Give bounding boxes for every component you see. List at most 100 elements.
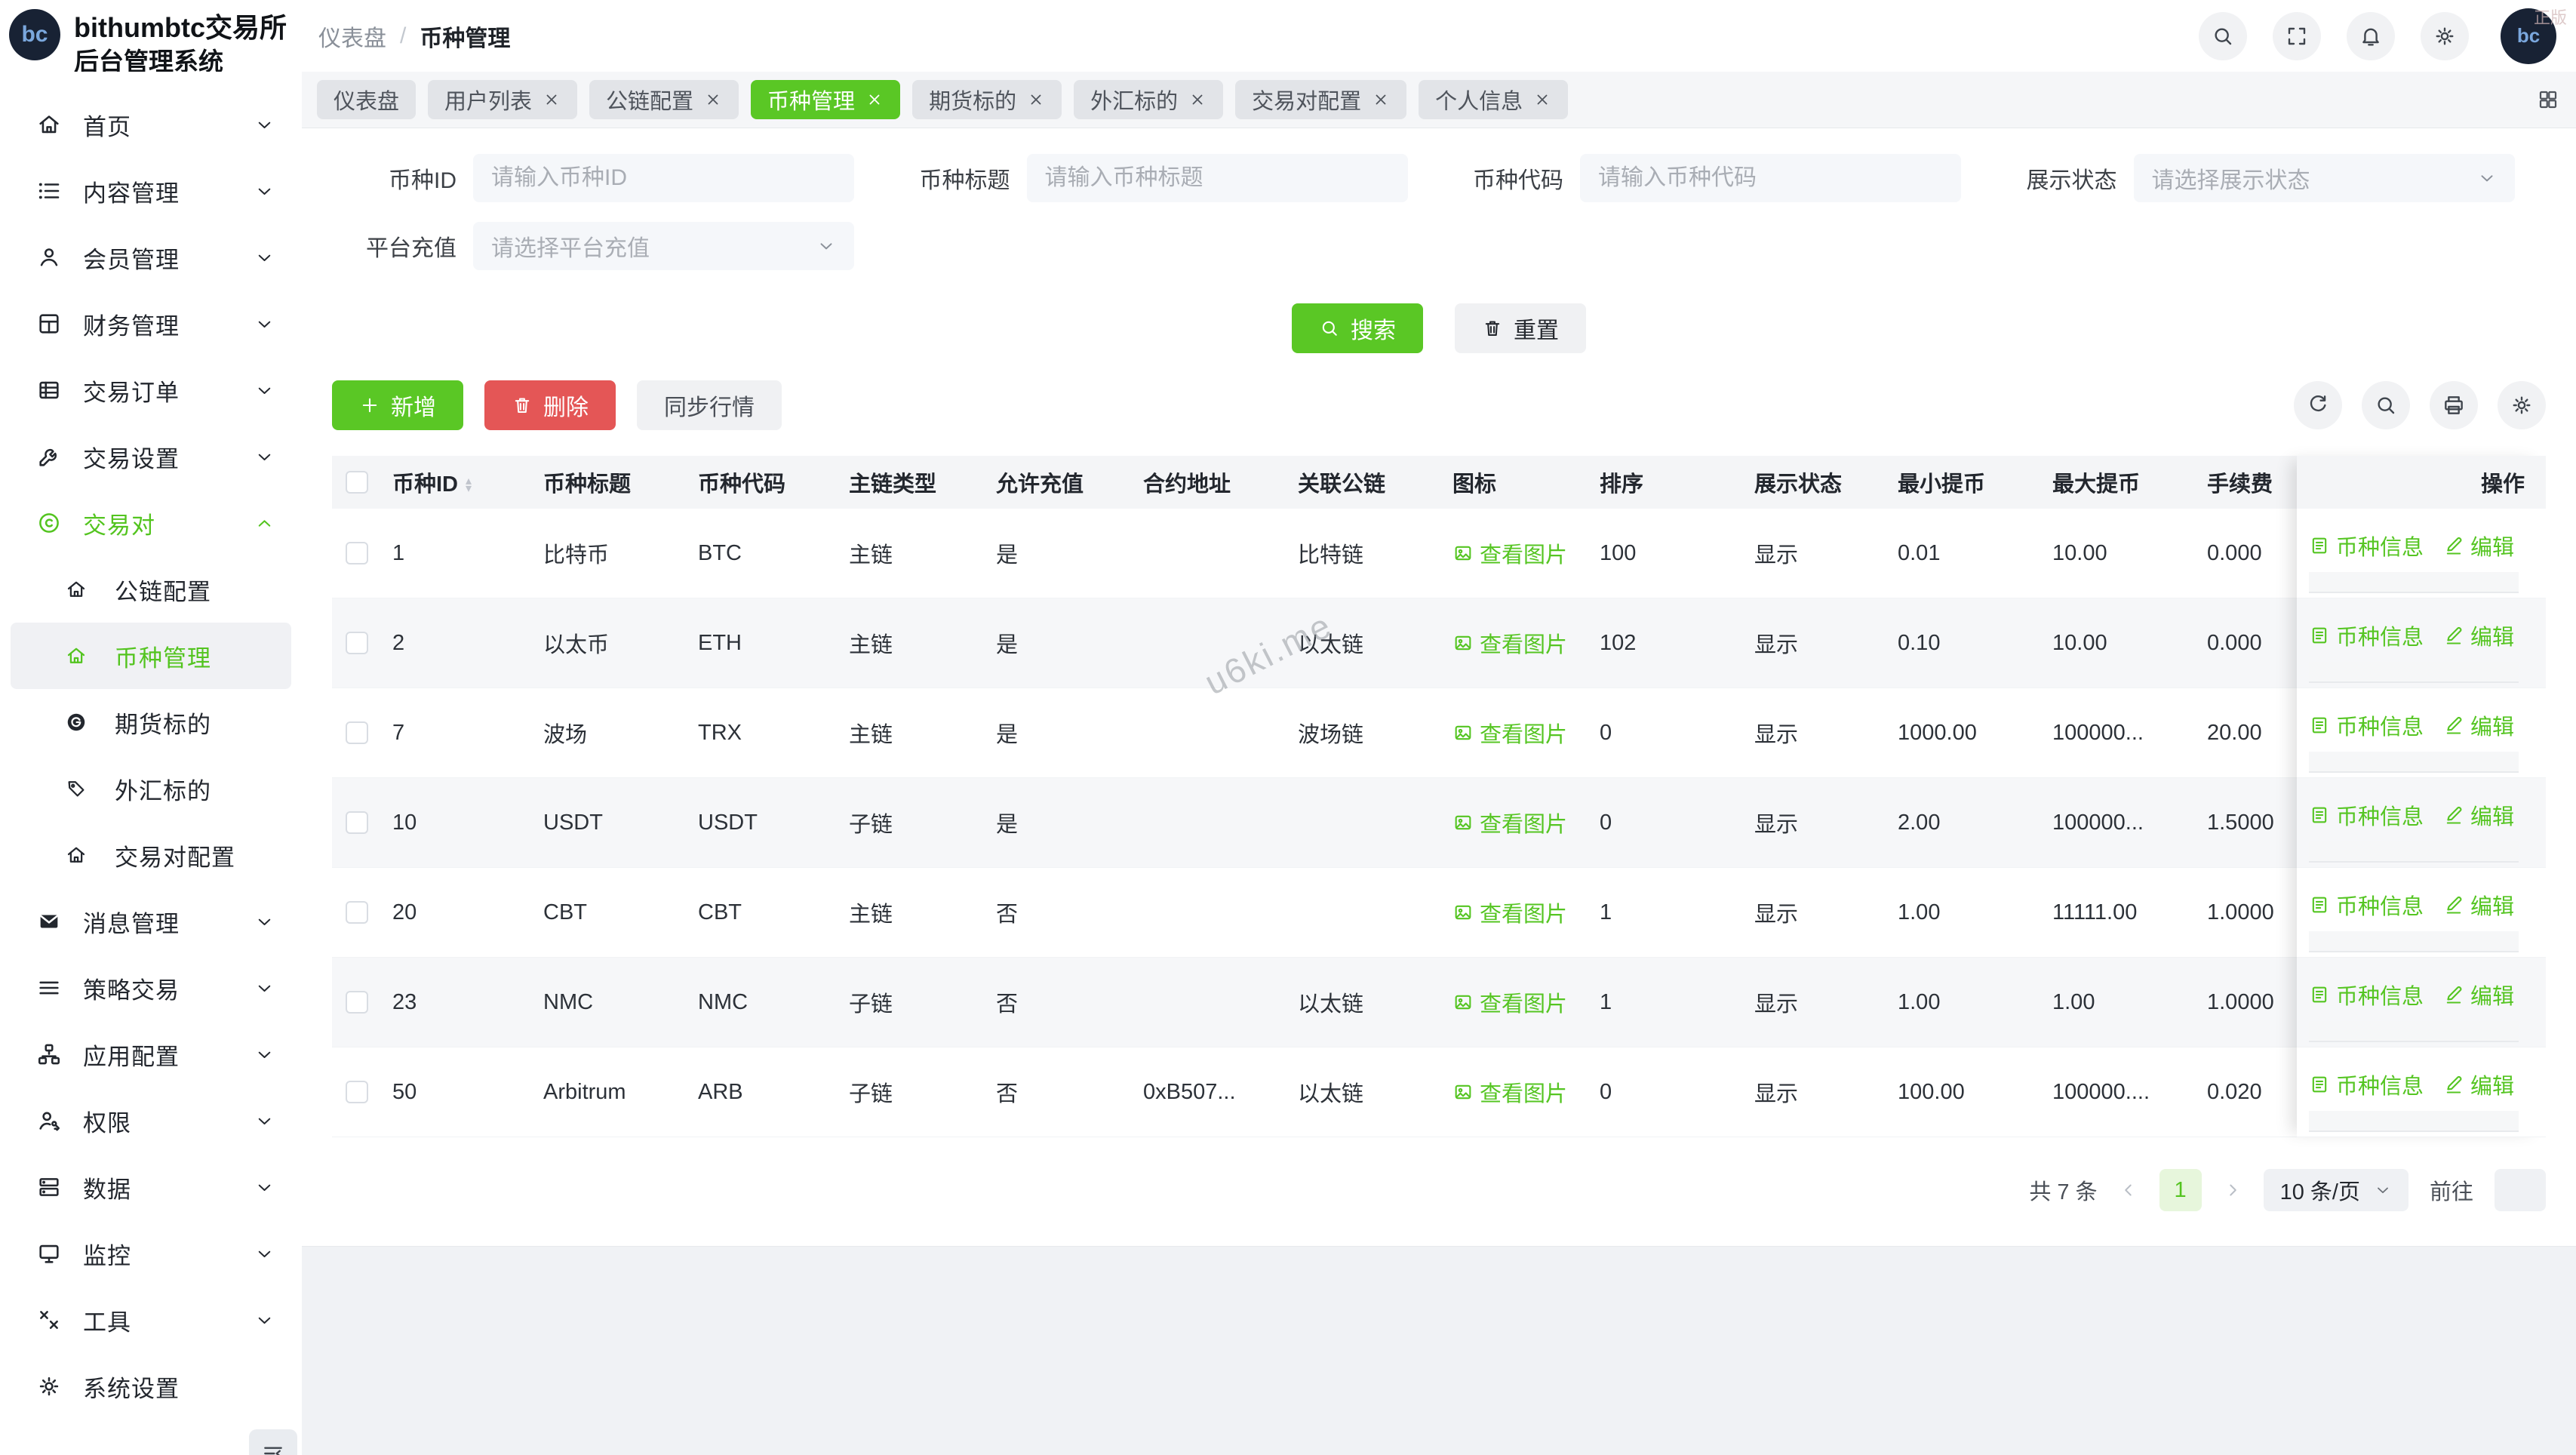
- sidebar-item-finance[interactable]: 财务管理: [0, 291, 302, 357]
- coin-info-link[interactable]: 币种信息: [2309, 620, 2424, 651]
- sidebar-item-home[interactable]: 首页: [0, 91, 302, 158]
- column-header[interactable]: 图标: [1452, 466, 1600, 498]
- close-icon[interactable]: [865, 91, 884, 109]
- select-all-checkbox[interactable]: [346, 471, 368, 494]
- row-checkbox[interactable]: [346, 901, 368, 924]
- goto-page-input[interactable]: [2495, 1169, 2546, 1211]
- close-icon[interactable]: [1372, 91, 1390, 109]
- edit-link[interactable]: 编辑: [2443, 979, 2514, 1011]
- sort-icon[interactable]: ▴▾: [466, 478, 472, 493]
- notifications-button[interactable]: [2347, 12, 2395, 60]
- column-header[interactable]: 关联公链: [1298, 466, 1452, 498]
- column-settings-button[interactable]: [2498, 381, 2546, 429]
- column-header[interactable]: 合约地址: [1143, 466, 1298, 498]
- page-number-button[interactable]: 1: [2159, 1169, 2202, 1211]
- sidebar-item-data[interactable]: 数据: [0, 1154, 302, 1220]
- coin-id-input[interactable]: [473, 154, 854, 202]
- tab-user-list[interactable]: 用户列表: [428, 80, 577, 119]
- sidebar-item-members[interactable]: 会员管理: [0, 224, 302, 291]
- tab-profile[interactable]: 个人信息: [1419, 80, 1568, 119]
- coin-info-link[interactable]: 币种信息: [2309, 530, 2424, 561]
- row-checkbox[interactable]: [346, 721, 368, 744]
- sidebar-item-chain-config[interactable]: 公链配置: [11, 556, 291, 623]
- row-checkbox[interactable]: [346, 991, 368, 1014]
- sidebar-item-content[interactable]: 内容管理: [0, 158, 302, 224]
- close-icon[interactable]: [1027, 91, 1045, 109]
- row-checkbox[interactable]: [346, 811, 368, 834]
- tab-chain-config[interactable]: 公链配置: [589, 80, 739, 119]
- next-page-button[interactable]: [2223, 1180, 2242, 1200]
- view-image-link[interactable]: 查看图片: [1452, 717, 1567, 749]
- sidebar-item-trading-pairs[interactable]: 交易对: [0, 490, 302, 556]
- row-checkbox[interactable]: [346, 632, 368, 654]
- view-image-link[interactable]: 查看图片: [1452, 1076, 1567, 1108]
- row-checkbox[interactable]: [346, 1081, 368, 1103]
- print-button[interactable]: [2430, 381, 2478, 429]
- view-image-link[interactable]: 查看图片: [1452, 537, 1567, 569]
- sync-market-button[interactable]: 同步行情: [637, 380, 782, 430]
- sidebar-item-forex[interactable]: 外汇标的: [11, 755, 291, 822]
- search-columns-button[interactable]: [2362, 381, 2410, 429]
- sidebar-item-app-config[interactable]: 应用配置: [0, 1021, 302, 1087]
- reset-button[interactable]: 重置: [1455, 303, 1586, 353]
- column-header[interactable]: 允许充值: [996, 466, 1143, 498]
- column-header[interactable]: 币种代码: [698, 466, 849, 498]
- column-header[interactable]: 币种ID▴▾: [392, 466, 543, 498]
- coin-info-link[interactable]: 币种信息: [2309, 1069, 2424, 1100]
- view-image-link[interactable]: 查看图片: [1452, 986, 1567, 1018]
- edit-link[interactable]: 编辑: [2443, 889, 2514, 921]
- close-icon[interactable]: [543, 91, 561, 109]
- row-checkbox[interactable]: [346, 542, 368, 564]
- sidebar-collapse-button[interactable]: [249, 1429, 297, 1455]
- delete-button[interactable]: 删除: [484, 380, 616, 430]
- edit-link[interactable]: 编辑: [2443, 799, 2514, 831]
- view-image-link[interactable]: 查看图片: [1452, 627, 1567, 659]
- page-size-select[interactable]: 10 条/页: [2264, 1169, 2408, 1211]
- platform-deposit-select[interactable]: 请选择平台充值: [473, 222, 854, 270]
- sidebar-item-futures[interactable]: 期货标的: [11, 689, 291, 755]
- close-icon[interactable]: [1188, 91, 1207, 109]
- prev-page-button[interactable]: [2119, 1180, 2138, 1200]
- column-header[interactable]: 排序: [1600, 466, 1754, 498]
- search-button[interactable]: [2199, 12, 2247, 60]
- tab-layout-grid-icon[interactable]: [2537, 88, 2559, 111]
- close-icon[interactable]: [704, 91, 722, 109]
- view-image-link[interactable]: 查看图片: [1452, 897, 1567, 928]
- coin-info-link[interactable]: 币种信息: [2309, 709, 2424, 741]
- column-header[interactable]: 展示状态: [1754, 466, 1898, 498]
- edit-link[interactable]: 编辑: [2443, 709, 2514, 741]
- tab-forex[interactable]: 外汇标的: [1074, 80, 1223, 119]
- column-header[interactable]: 主链类型: [849, 466, 996, 498]
- sidebar-item-messages[interactable]: 消息管理: [0, 888, 302, 955]
- column-header[interactable]: 最大提币: [2052, 466, 2207, 498]
- view-image-link[interactable]: 查看图片: [1452, 807, 1567, 838]
- coin-code-input[interactable]: [1580, 154, 1961, 202]
- sidebar-item-system-settings[interactable]: 系统设置: [0, 1353, 302, 1420]
- tab-pair-config[interactable]: 交易对配置: [1235, 80, 1406, 119]
- sidebar-item-orders[interactable]: 交易订单: [0, 357, 302, 423]
- user-avatar[interactable]: bc: [2501, 8, 2556, 64]
- tab-coin-management[interactable]: 币种管理: [751, 80, 900, 119]
- refresh-button[interactable]: [2294, 381, 2342, 429]
- coin-title-input[interactable]: [1027, 154, 1408, 202]
- edit-link[interactable]: 编辑: [2443, 620, 2514, 651]
- sidebar-item-trade-settings[interactable]: 交易设置: [0, 423, 302, 490]
- settings-button[interactable]: [2421, 12, 2469, 60]
- sidebar-item-pair-config[interactable]: 交易对配置: [11, 822, 291, 888]
- column-header[interactable]: 最小提币: [1898, 466, 2052, 498]
- edit-link[interactable]: 编辑: [2443, 530, 2514, 561]
- sidebar-item-coin-management[interactable]: 币种管理: [11, 623, 291, 689]
- sidebar-item-strategy[interactable]: 策略交易: [0, 955, 302, 1021]
- tab-futures[interactable]: 期货标的: [912, 80, 1062, 119]
- breadcrumb-dashboard[interactable]: 仪表盘: [318, 20, 386, 53]
- add-button[interactable]: 新增: [332, 380, 463, 430]
- coin-info-link[interactable]: 币种信息: [2309, 889, 2424, 921]
- sidebar-item-monitoring[interactable]: 监控: [0, 1220, 302, 1287]
- edit-link[interactable]: 编辑: [2443, 1069, 2514, 1100]
- coin-info-link[interactable]: 币种信息: [2309, 979, 2424, 1011]
- display-status-select[interactable]: 请选择展示状态: [2134, 154, 2515, 202]
- coin-info-link[interactable]: 币种信息: [2309, 799, 2424, 831]
- sidebar-item-permissions[interactable]: 权限: [0, 1087, 302, 1154]
- close-icon[interactable]: [1533, 91, 1551, 109]
- column-header[interactable]: 币种标题: [543, 466, 698, 498]
